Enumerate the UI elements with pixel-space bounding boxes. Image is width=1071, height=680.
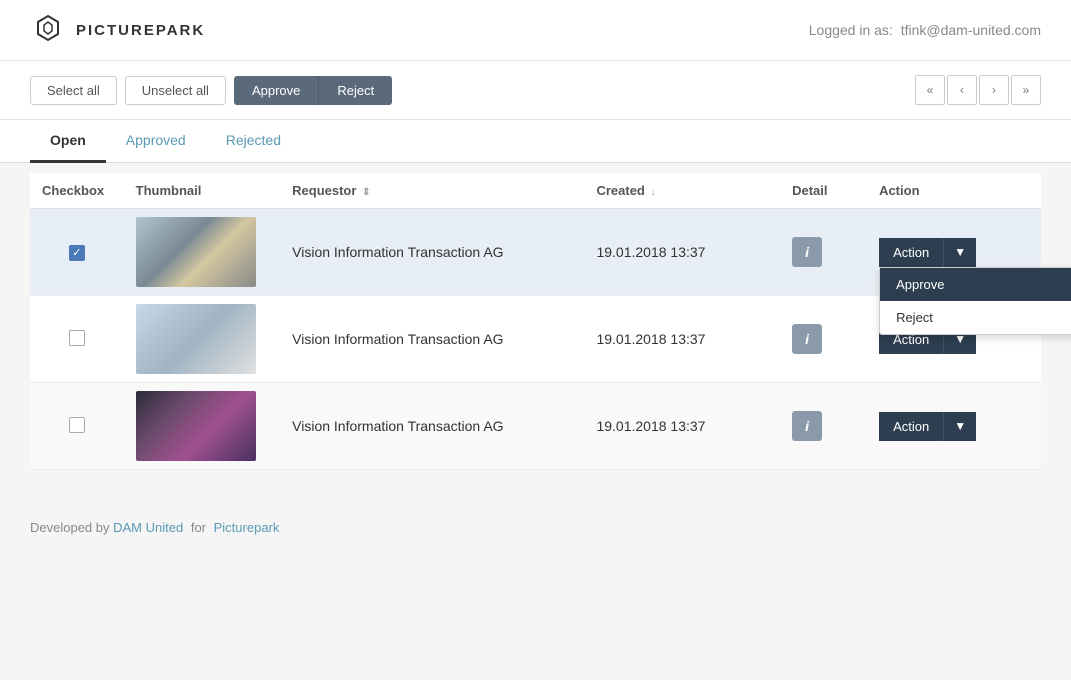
- col-header-action: Action: [867, 173, 1041, 209]
- pagination: « ‹ › »: [915, 75, 1041, 105]
- approve-reject-group: Approve Reject: [234, 76, 392, 105]
- col-header-created[interactable]: Created ↓: [584, 173, 780, 209]
- row-1-action-cell: Action ▼ Approve Reject: [867, 209, 1041, 296]
- row-3-action-caret-button[interactable]: ▼: [944, 412, 976, 441]
- tab-open[interactable]: Open: [30, 120, 106, 163]
- pagination-first-button[interactable]: «: [915, 75, 945, 105]
- logged-in-user: tfink@dam-united.com: [901, 22, 1041, 38]
- row-2-created-cell: 19.01.2018 13:37: [584, 296, 780, 383]
- created-sort-icon: ↓: [651, 187, 656, 198]
- row-1-checkbox[interactable]: [69, 245, 85, 261]
- row-1-info-button[interactable]: i: [792, 237, 822, 267]
- row-1-thumbnail: [136, 217, 256, 287]
- unselect-all-button[interactable]: Unselect all: [125, 76, 226, 105]
- pagination-prev-button[interactable]: ‹: [947, 75, 977, 105]
- row-2-requestor: Vision Information Transaction AG: [292, 331, 503, 347]
- logo-area: PICTUREPARK: [30, 12, 205, 48]
- row-3-created: 19.01.2018 13:37: [596, 418, 705, 434]
- col-header-thumbnail: Thumbnail: [124, 173, 281, 209]
- row-2-checkbox[interactable]: [69, 330, 85, 346]
- toolbar: Select all Unselect all Approve Reject «…: [0, 61, 1071, 120]
- reject-button[interactable]: Reject: [318, 76, 392, 105]
- main-content: Checkbox Thumbnail Requestor ⇕ Created ↓…: [0, 173, 1071, 500]
- row-2-thumbnail: [136, 304, 256, 374]
- row-1-requestor-cell: Vision Information Transaction AG: [280, 209, 584, 296]
- row-2-requestor-cell: Vision Information Transaction AG: [280, 296, 584, 383]
- row-3-thumbnail: [136, 391, 256, 461]
- row-3-thumbnail-cell: [124, 383, 281, 470]
- row-3-action-cell: Action ▼: [867, 383, 1041, 470]
- tabs: Open Approved Rejected: [0, 120, 1071, 163]
- footer-developed-by: Developed by: [30, 520, 110, 535]
- row-3-action-group: Action ▼: [879, 412, 1029, 441]
- footer-for-text: for: [191, 520, 206, 535]
- row-1-checkbox-cell: [30, 209, 124, 296]
- picturepark-logo-icon: [30, 12, 66, 48]
- table-row: Vision Information Transaction AG 19.01.…: [30, 209, 1041, 296]
- select-all-button[interactable]: Select all: [30, 76, 117, 105]
- logged-in-label: Logged in as:: [809, 22, 893, 38]
- logo-text: PICTUREPARK: [76, 22, 205, 39]
- col-header-detail: Detail: [780, 173, 867, 209]
- footer-picturepark-link[interactable]: Picturepark: [214, 520, 280, 535]
- row-1-created-cell: 19.01.2018 13:37: [584, 209, 780, 296]
- row-1-action-group: Action ▼ Approve Reject: [879, 238, 1029, 267]
- table-body: Vision Information Transaction AG 19.01.…: [30, 209, 1041, 470]
- row-1-created: 19.01.2018 13:37: [596, 244, 705, 260]
- row-3-requestor: Vision Information Transaction AG: [292, 418, 503, 434]
- row-1-action-main-button[interactable]: Action: [879, 238, 944, 267]
- row-3-requestor-cell: Vision Information Transaction AG: [280, 383, 584, 470]
- tab-rejected[interactable]: Rejected: [206, 120, 301, 163]
- row-1-dropdown-menu: Approve Reject: [879, 267, 1071, 335]
- col-header-requestor[interactable]: Requestor ⇕: [280, 173, 584, 209]
- pagination-next-button[interactable]: ›: [979, 75, 1009, 105]
- data-table: Checkbox Thumbnail Requestor ⇕ Created ↓…: [30, 173, 1041, 470]
- tab-approved[interactable]: Approved: [106, 120, 206, 163]
- thumb-1-figure: [136, 217, 256, 287]
- row-2-detail-cell: i: [780, 296, 867, 383]
- pagination-last-button[interactable]: »: [1011, 75, 1041, 105]
- row-1-thumbnail-cell: [124, 209, 281, 296]
- footer: Developed by DAM United for Picturepark: [0, 500, 1071, 555]
- requestor-sort-icon: ⇕: [362, 187, 370, 198]
- row-1-dropdown-approve[interactable]: Approve: [880, 268, 1071, 301]
- col-header-checkbox: Checkbox: [30, 173, 124, 209]
- row-2-thumbnail-cell: [124, 296, 281, 383]
- footer-dam-united-link[interactable]: DAM United: [113, 520, 183, 535]
- row-3-checkbox[interactable]: [69, 417, 85, 433]
- toolbar-left: Select all Unselect all Approve Reject: [30, 76, 392, 105]
- header: PICTUREPARK Logged in as: tfink@dam-unit…: [0, 0, 1071, 61]
- row-3-info-button[interactable]: i: [792, 411, 822, 441]
- row-2-info-button[interactable]: i: [792, 324, 822, 354]
- row-1-dropdown-reject[interactable]: Reject: [880, 301, 1071, 334]
- row-1-requestor: Vision Information Transaction AG: [292, 244, 503, 260]
- row-3-checkbox-cell: [30, 383, 124, 470]
- row-2-created: 19.01.2018 13:37: [596, 331, 705, 347]
- row-3-created-cell: 19.01.2018 13:37: [584, 383, 780, 470]
- logged-in-info: Logged in as: tfink@dam-united.com: [809, 22, 1041, 38]
- row-3-detail-cell: i: [780, 383, 867, 470]
- approve-button[interactable]: Approve: [234, 76, 318, 105]
- row-2-checkbox-cell: [30, 296, 124, 383]
- row-3-action-main-button[interactable]: Action: [879, 412, 944, 441]
- row-1-action-caret-button[interactable]: ▼: [944, 238, 976, 267]
- table-header: Checkbox Thumbnail Requestor ⇕ Created ↓…: [30, 173, 1041, 209]
- table-row: Vision Information Transaction AG 19.01.…: [30, 383, 1041, 470]
- row-1-detail-cell: i: [780, 209, 867, 296]
